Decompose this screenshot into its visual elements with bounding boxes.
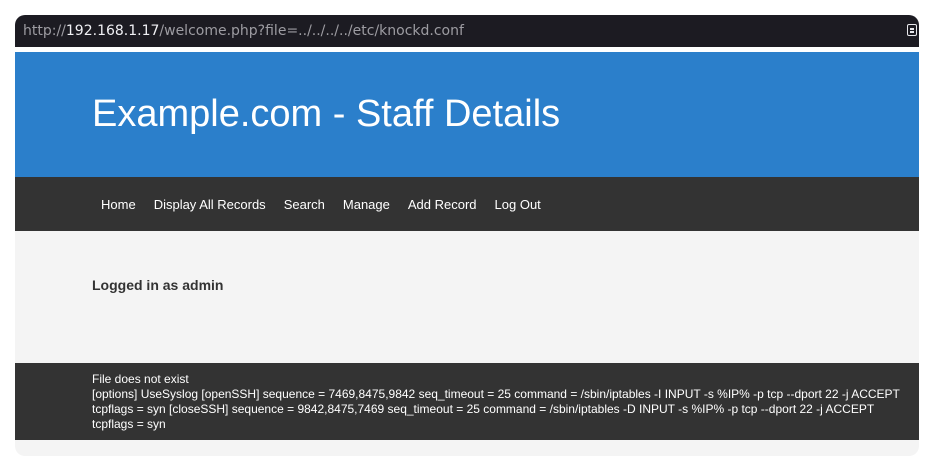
logged-in-status: Logged in as admin <box>92 277 224 293</box>
url-scheme: http:// <box>23 23 66 39</box>
nav-manage[interactable]: Manage <box>334 197 399 212</box>
page-title: Example.com - Staff Details <box>92 93 561 135</box>
site-header: Example.com - Staff Details <box>15 52 919 177</box>
nav-add-record[interactable]: Add Record <box>399 197 486 212</box>
main-content: Logged in as admin <box>15 231 919 363</box>
main-nav: Home Display All Records Search Manage A… <box>15 177 919 231</box>
reader-view-icon[interactable] <box>907 24 917 36</box>
url-text[interactable]: http://192.168.1.17/welcome.php?file=../… <box>23 23 464 39</box>
url-path: /welcome.php?file=../../../../etc/knockd… <box>159 23 464 39</box>
address-bar[interactable]: http://192.168.1.17/welcome.php?file=../… <box>15 15 919 47</box>
nav-search[interactable]: Search <box>275 197 334 212</box>
browser-window: http://192.168.1.17/welcome.php?file=../… <box>15 15 919 456</box>
nav-home[interactable]: Home <box>92 197 145 212</box>
file-contents: [options] UseSyslog [openSSH] sequence =… <box>92 387 900 431</box>
file-error-message: File does not exist <box>92 372 189 386</box>
site-footer: File does not exist [options] UseSyslog … <box>15 363 919 440</box>
nav-display-all-records[interactable]: Display All Records <box>145 197 275 212</box>
nav-log-out[interactable]: Log Out <box>486 197 550 212</box>
footer-text: File does not exist [options] UseSyslog … <box>92 372 915 432</box>
url-host: 192.168.1.17 <box>65 23 160 39</box>
